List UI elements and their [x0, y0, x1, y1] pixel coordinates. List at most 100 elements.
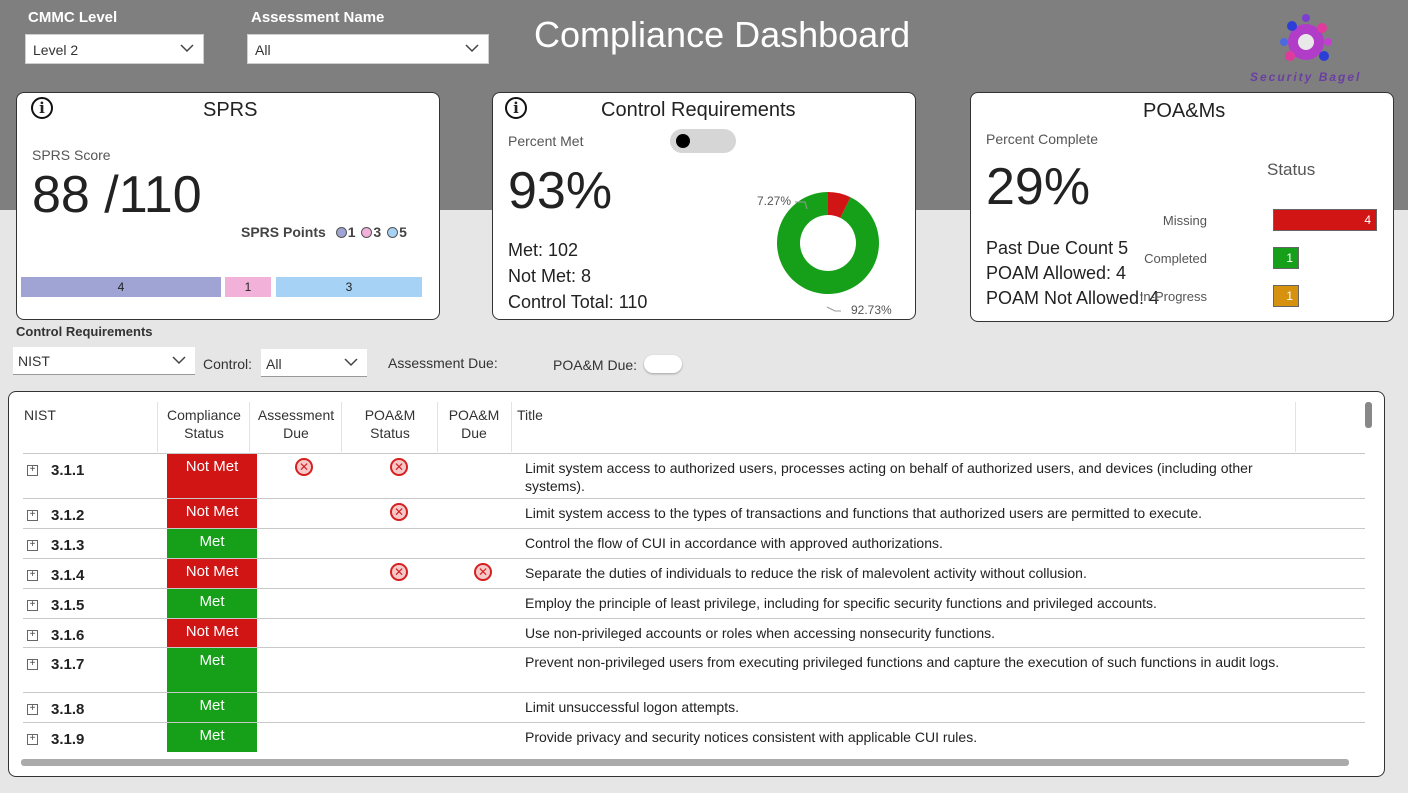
assessment-name-label: Assessment Name — [251, 9, 385, 26]
poams-title: POA&Ms — [1143, 100, 1226, 122]
table-row[interactable]: +3.1.4 Not Met ✕ ✕ Separate the duties of in… — [23, 558, 1365, 588]
nist-id: 3.1.8 — [51, 701, 85, 718]
header-text: POA&M — [448, 407, 500, 423]
sprs-points-label: SPRS Points — [241, 224, 326, 240]
percent-met-value: 93% — [508, 162, 613, 220]
table-row[interactable]: +3.1.5 Met Employ the principle of least p… — [23, 588, 1365, 618]
header-text: Due — [283, 425, 309, 441]
compliance-status-cell: Met — [167, 693, 257, 722]
control-filter-label: Control: — [203, 356, 253, 372]
nist-id: 3.1.1 — [51, 462, 85, 479]
header-nist: NIST — [24, 407, 56, 423]
control-requirements-title: Control Requirements — [601, 99, 796, 121]
nist-id: 3.1.9 — [51, 731, 85, 748]
poam-status-x-icon: ✕ — [390, 458, 408, 476]
label-leader — [826, 306, 841, 312]
control-title: Separate the duties of individuals to re… — [525, 565, 1087, 581]
sprs-points-legend: SPRS Points 1 3 5 — [241, 224, 407, 240]
legend-label-5: 5 — [399, 224, 407, 240]
expand-icon[interactable]: + — [27, 600, 38, 611]
chevron-down-icon — [172, 356, 186, 365]
not-met-count: Not Met: 8 — [508, 266, 592, 286]
table-row[interactable]: +3.1.2 Not Met ✕ Limit system access to the… — [23, 498, 1365, 528]
compliance-status-cell: Met — [167, 529, 257, 558]
framework-dropdown[interactable]: NIST — [13, 347, 195, 375]
compliance-status-cell: Met — [167, 648, 257, 692]
nist-id: 3.1.5 — [51, 597, 85, 614]
assessment-name-dropdown[interactable]: All — [247, 34, 489, 64]
control-title: Limit system access to authorized users,… — [525, 460, 1253, 494]
table-row[interactable]: +3.1.7 Met Prevent non-privileged users fr… — [23, 647, 1365, 692]
logo-text: Security Bagel — [1250, 70, 1362, 84]
column-divider — [341, 402, 342, 452]
assessment-name-value: All — [255, 42, 271, 58]
sprs-segment-5pt: 3 — [276, 277, 422, 297]
vertical-scrollbar[interactable] — [1365, 402, 1372, 428]
status-bar-missing: 4 — [1273, 209, 1377, 231]
control-requirements-card: i Control Requirements Percent Met 93% M… — [492, 92, 916, 320]
poam-due-toggle[interactable] — [644, 355, 682, 373]
control-dropdown[interactable]: All — [261, 349, 367, 377]
sprs-score-value: 88 /110 — [32, 166, 202, 224]
header-text: Status — [184, 425, 224, 441]
control-title: Employ the principle of least privilege,… — [525, 595, 1157, 611]
header-text: Status — [370, 425, 410, 441]
chevron-down-icon — [180, 44, 194, 53]
horizontal-scrollbar[interactable] — [21, 759, 1349, 766]
control-donut-chart: 7.27% 92.73% — [757, 192, 892, 317]
percent-met-label: Percent Met — [508, 133, 584, 149]
table-row[interactable]: +3.1.6 Not Met Use non-privileged accounts… — [23, 618, 1365, 647]
table-row[interactable]: +3.1.3 Met Control the flow of CUI in acco… — [23, 528, 1365, 558]
control-requirements-table: NIST Compliance Status Assessment Due PO… — [8, 391, 1385, 777]
assessment-due-label: Assessment Due: — [388, 355, 498, 371]
compliance-status-cell: Not Met — [167, 499, 257, 528]
page-title: Compliance Dashboard — [534, 14, 911, 55]
expand-icon[interactable]: + — [27, 540, 38, 551]
header-poam-status: POA&M Status — [343, 406, 437, 442]
header-text: Assessment — [257, 407, 335, 423]
header-text: POA&M — [364, 407, 416, 423]
control-title: Provide privacy and security notices con… — [525, 729, 978, 745]
header-title: Title — [517, 407, 543, 423]
expand-icon[interactable]: + — [27, 570, 38, 581]
column-divider — [249, 402, 250, 452]
control-value: All — [266, 356, 282, 372]
expand-icon[interactable]: + — [27, 630, 38, 641]
status-bar-in-progress: 1 — [1273, 285, 1299, 307]
header-poam-due: POA&M Due — [437, 406, 511, 442]
sprs-card: i SPRS SPRS Score 88 /110 SPRS Points 1 … — [16, 92, 440, 320]
sprs-segment-3pt: 1 — [225, 277, 271, 297]
nist-id: 3.1.6 — [51, 627, 85, 644]
info-icon[interactable]: i — [31, 97, 53, 119]
expand-icon[interactable]: + — [27, 734, 38, 745]
control-title: Use non-privileged accounts or roles whe… — [525, 625, 996, 641]
header-compliance-status: Compliance Status — [159, 406, 249, 442]
column-divider — [511, 402, 512, 452]
nist-id: 3.1.4 — [51, 567, 85, 584]
table-row[interactable]: +3.1.9 Met Provide privacy and security no… — [23, 722, 1365, 752]
chevron-down-icon — [344, 358, 358, 367]
expand-icon[interactable]: + — [27, 704, 38, 715]
expand-icon[interactable]: + — [27, 465, 38, 476]
table-row[interactable]: +3.1.8 Met Limit unsuccessful logon attemp… — [23, 692, 1365, 722]
compliance-status-cell: Not Met — [167, 559, 257, 588]
percent-met-toggle[interactable] — [670, 129, 736, 153]
sprs-score-label: SPRS Score — [32, 147, 111, 163]
legend-dot-1 — [335, 227, 347, 238]
info-icon[interactable]: i — [505, 97, 527, 119]
compliance-status-cell: Not Met — [167, 454, 257, 498]
framework-value: NIST — [18, 353, 50, 369]
header-assessment-due: Assessment Due — [251, 406, 341, 442]
table-row[interactable]: +3.1.1 Not Met ✕ ✕ Limit system access to au… — [23, 453, 1365, 498]
column-divider — [1295, 402, 1296, 452]
status-label-completed: Completed — [1144, 251, 1207, 266]
percent-complete-value: 29% — [986, 158, 1091, 216]
status-label-missing: Missing — [1162, 213, 1207, 228]
cmmc-level-dropdown[interactable]: Level 2 — [25, 34, 204, 64]
poam-due-label: POA&M Due: — [553, 357, 638, 373]
compliance-status-cell: Not Met — [167, 619, 257, 647]
expand-icon[interactable]: + — [27, 510, 38, 521]
expand-icon[interactable]: + — [27, 659, 38, 670]
header-text: Due — [461, 425, 487, 441]
column-divider — [157, 402, 158, 452]
